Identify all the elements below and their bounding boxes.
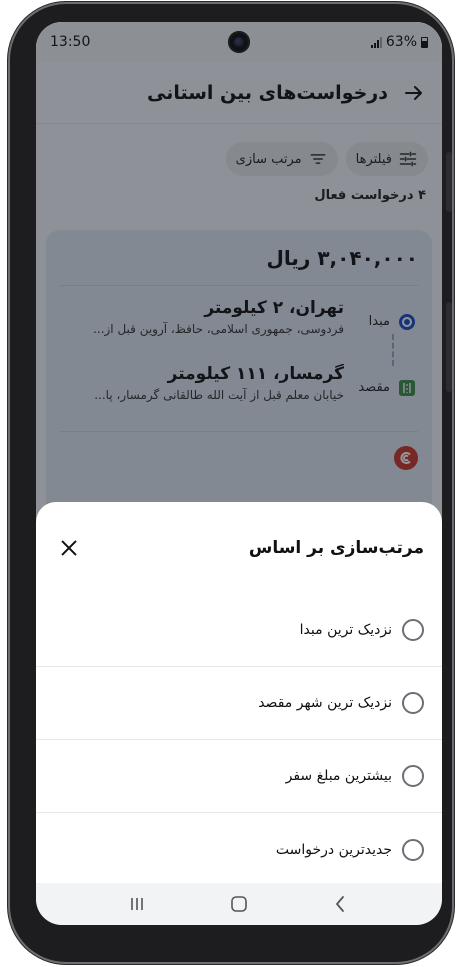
sort-option-label: نزدیک ترین شهر مقصد (258, 695, 392, 711)
sort-option-label: بیشترین مبلغ سفر (285, 768, 392, 784)
sort-bottom-sheet: مرتب‌سازی بر اساس نزدیک ترین مبدا نزدیک … (36, 502, 442, 883)
close-icon[interactable] (58, 537, 80, 559)
power-button (446, 302, 452, 392)
radio-button[interactable] (402, 765, 424, 787)
phone-frame: 13:50 63% درخواست‌های بین استانی (8, 2, 454, 964)
volume-button (446, 152, 452, 212)
screen: 13:50 63% درخواست‌های بین استانی (36, 22, 442, 925)
radio-button[interactable] (402, 838, 424, 861)
sort-option-label: جدیدترین درخواست (275, 841, 392, 858)
home-icon[interactable] (229, 894, 249, 914)
back-nav-icon[interactable] (331, 894, 351, 914)
sort-option-newest[interactable]: جدیدترین درخواست (36, 813, 442, 886)
sheet-title: مرتب‌سازی بر اساس (248, 538, 424, 558)
sheet-header: مرتب‌سازی بر اساس (36, 502, 442, 594)
sort-option-label: نزدیک ترین مبدا (299, 622, 392, 638)
sort-option-highest-fare[interactable]: بیشترین مبلغ سفر (36, 740, 442, 813)
recent-apps-icon[interactable] (127, 894, 147, 914)
sort-option-nearest-destination[interactable]: نزدیک ترین شهر مقصد (36, 667, 442, 740)
sort-option-nearest-origin[interactable]: نزدیک ترین مبدا (36, 594, 442, 667)
system-nav-bar (36, 883, 442, 925)
radio-button[interactable] (402, 692, 424, 714)
radio-button[interactable] (402, 619, 424, 641)
